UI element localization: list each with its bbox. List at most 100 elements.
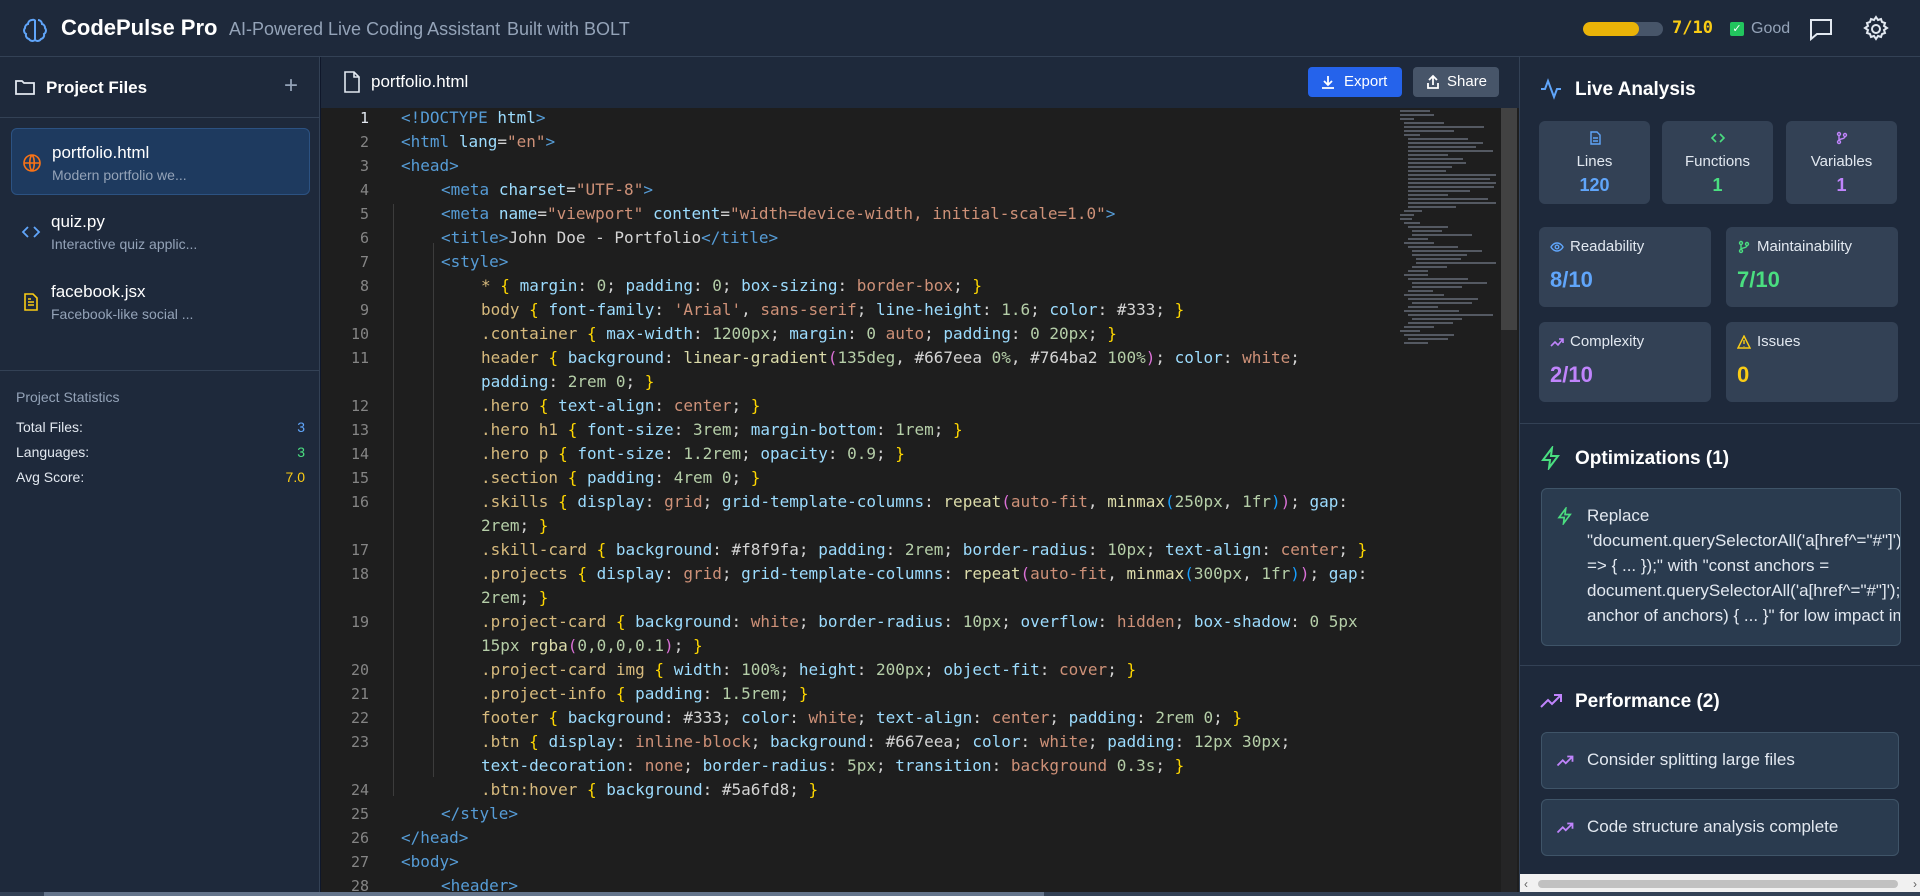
sidebar-header: Project Files +	[0, 57, 320, 118]
code-line: 2rem; }	[481, 588, 549, 607]
file-description: Modern portfolio we...	[52, 167, 187, 183]
window-scrollbar-thumb[interactable]	[44, 892, 1044, 896]
score-label: Readability	[1570, 238, 1645, 255]
line-number: 15	[350, 469, 369, 487]
code-line: .section { padding: 4rem 0; }	[481, 468, 761, 487]
git-branch-icon	[1738, 240, 1750, 254]
code-line: <body>	[401, 852, 459, 871]
file-text-icon	[1589, 131, 1601, 145]
file-name: portfolio.html	[52, 143, 150, 162]
activity-icon	[1541, 78, 1561, 100]
score-label: Complexity	[1570, 333, 1645, 350]
add-file-icon[interactable]: +	[280, 74, 302, 98]
metric-value: 1	[1712, 175, 1723, 195]
file-name: facebook.jsx	[51, 282, 146, 301]
stats-title: Project Statistics	[16, 389, 120, 405]
metric-variables: Variables 1	[1786, 121, 1897, 204]
line-number: 6	[359, 229, 369, 247]
divider	[1520, 665, 1920, 666]
file-item-portfolio[interactable]: portfolio.html Modern portfolio we...	[11, 128, 310, 195]
score-value: 2/10	[1550, 362, 1593, 387]
line-number: 21	[350, 685, 369, 703]
share-button[interactable]: Share	[1413, 67, 1499, 97]
indent-guide	[433, 243, 434, 777]
code-line: .hero h1 { font-size: 3rem; margin-botto…	[481, 420, 963, 439]
line-number: 19	[350, 613, 369, 631]
project-sidebar: Project Files + portfolio.html Modern po…	[0, 57, 320, 896]
warning-icon	[1737, 335, 1751, 349]
divider	[1520, 423, 1920, 424]
performance-item[interactable]: Code structure analysis complete	[1541, 799, 1899, 856]
scroll-left-icon[interactable]: ‹	[1524, 877, 1528, 891]
code-line: .project-card { background: white; borde…	[481, 612, 1358, 631]
line-number: 26	[350, 829, 369, 847]
score-value: 0	[1737, 362, 1750, 387]
line-number: 12	[350, 397, 369, 415]
window-scrollbar[interactable]	[0, 892, 1920, 896]
code-line: .btn:hover { background: #5a6fd8; }	[481, 780, 819, 799]
line-number: 3	[359, 157, 369, 175]
git-branch-icon	[1836, 131, 1847, 145]
code-line: .btn { display: inline-block; background…	[481, 732, 1291, 751]
lightning-icon	[1557, 507, 1572, 525]
optimization-card[interactable]: Replace "document.querySelectorAll('a[hr…	[1541, 488, 1901, 646]
download-icon	[1322, 76, 1334, 89]
performance-item[interactable]: Consider splitting large files	[1541, 732, 1899, 789]
eye-icon	[1550, 242, 1564, 252]
score-progress-bar	[1583, 22, 1663, 36]
code-line: .skill-card { background: #f8f9fa; paddi…	[481, 540, 1368, 559]
optimizations-title: Optimizations (1)	[1575, 448, 1730, 469]
line-number: 18	[350, 565, 369, 583]
code-editor[interactable]: 1 2 3 4 5 6 7 8 9 10 11 12 13 14 15 16 17 18 19 20 21 22 23 24 2…	[321, 108, 1519, 896]
file-description: Interactive quiz applic...	[51, 236, 198, 252]
score-label: Issues	[1757, 333, 1801, 350]
analysis-title: Live Analysis	[1575, 79, 1696, 100]
score-progress-fill	[1583, 22, 1639, 36]
score-issues: Issues 0	[1726, 322, 1898, 402]
code-line: .project-info { padding: 1.5rem; }	[481, 684, 809, 703]
line-number: 4	[359, 181, 369, 199]
code-line: .project-card img { width: 100%; height:…	[481, 660, 1137, 679]
folder-icon	[15, 80, 35, 95]
editor-scrollbar-thumb[interactable]	[1501, 108, 1517, 330]
code-minimap[interactable]	[1398, 108, 1498, 348]
metric-label: Functions	[1684, 153, 1751, 170]
metric-value: 120	[1579, 175, 1610, 195]
divider	[0, 370, 320, 371]
export-button[interactable]: Export	[1308, 67, 1402, 97]
app-tagline: AI-Powered Live Coding Assistant	[229, 19, 501, 39]
analysis-panel: Live Analysis Lines 120 Functions 1 Vari…	[1519, 57, 1920, 896]
line-number: 23	[350, 733, 369, 751]
line-number: 22	[350, 709, 369, 727]
file-item-facebook[interactable]: facebook.jsx Facebook-like social ...	[11, 268, 310, 335]
score-complexity: Complexity 2/10	[1539, 322, 1711, 402]
check-icon: ✓	[1730, 22, 1744, 36]
metric-label: Variables	[1810, 153, 1873, 170]
stat-value: 3	[297, 419, 305, 435]
globe-icon	[23, 154, 41, 172]
metric-label: Lines	[1576, 153, 1613, 170]
line-number: 17	[350, 541, 369, 559]
line-number: 20	[350, 661, 369, 679]
line-number: 9	[359, 301, 369, 319]
code-line: 2rem; }	[481, 516, 549, 535]
file-item-quiz[interactable]: quiz.py Interactive quiz applic...	[11, 198, 310, 265]
code-line: footer { background: #333; color: white;…	[481, 708, 1243, 727]
code-line: .projects { display: grid; grid-template…	[481, 564, 1368, 583]
score-maintainability: Maintainability 7/10	[1726, 227, 1898, 307]
file-description: Facebook-like social ...	[51, 306, 194, 322]
optimization-text: Replace "document.querySelectorAll('a[hr…	[1587, 503, 1901, 628]
editor-scrollbar[interactable]	[1501, 108, 1517, 896]
share-label: Share	[1447, 73, 1488, 90]
code-line: </style>	[441, 804, 519, 823]
line-number: 25	[350, 805, 369, 823]
panel-scrollbar-thumb[interactable]	[1538, 880, 1898, 888]
score-readability: Readability 8/10	[1539, 227, 1711, 307]
optimization-line: "document.querySelectorAll('a[href^="#"]…	[1587, 531, 1901, 550]
gear-icon[interactable]	[1862, 15, 1890, 43]
scroll-right-icon[interactable]: ›	[1913, 877, 1917, 891]
brain-icon	[23, 18, 47, 42]
line-number: 13	[350, 421, 369, 439]
code-line: .skills { display: grid; grid-template-c…	[481, 492, 1349, 511]
chat-icon[interactable]	[1808, 16, 1834, 42]
